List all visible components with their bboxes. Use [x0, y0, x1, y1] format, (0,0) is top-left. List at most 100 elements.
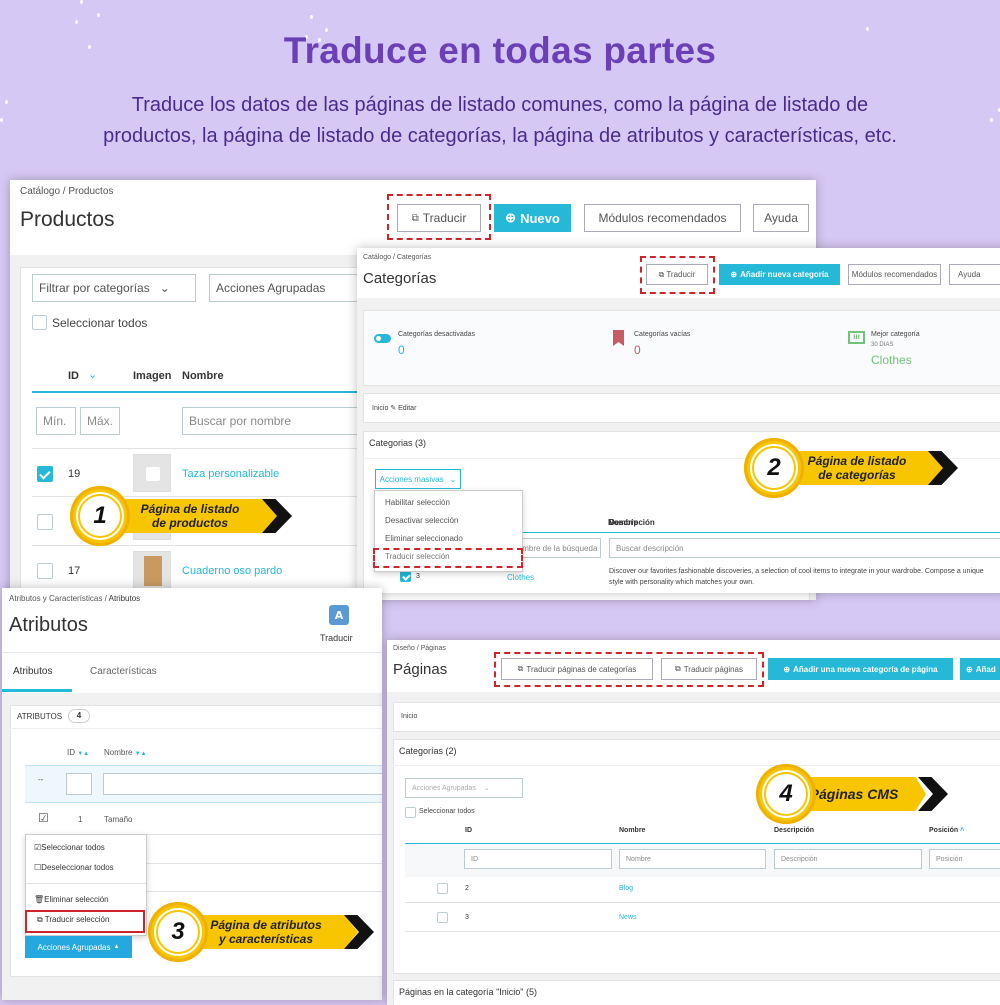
list-title: Categorias (3) [369, 438, 427, 448]
menu-item-deselect-all[interactable]: ☐Deseleccionar todos [34, 863, 114, 872]
button-label: Añad [975, 664, 996, 674]
translate-label: Traducir [666, 270, 696, 279]
column-header-position: Posición ˄ [929, 827, 965, 834]
breadcrumb: Catálogo / Productos [20, 186, 114, 197]
breadcrumb-parent[interactable]: Atributos y Características [9, 594, 102, 603]
row-checkbox[interactable] [437, 912, 448, 923]
sort-asc-icon[interactable]: ˄ [960, 827, 964, 834]
header-divider [32, 391, 362, 393]
hero-subtitle: Traduce los datos de las páginas de list… [40, 90, 960, 152]
add-category-label: Añadir nueva categoría [740, 270, 829, 279]
select-all-checkbox[interactable] [405, 807, 416, 818]
menu-item-enable[interactable]: Habilitar selección [385, 498, 450, 507]
column-header-id[interactable]: ID [68, 370, 79, 382]
description-search-input[interactable]: Buscar descripción [609, 538, 1000, 558]
button-label: Traducir páginas de categorías [526, 664, 637, 674]
callout-ribbon: Página de listado de productos [112, 499, 282, 533]
name-filter-input[interactable] [103, 773, 382, 795]
callout-text: de categorías [818, 468, 896, 482]
chevron-down-icon: ⌄ [449, 474, 457, 484]
callout-number: 4 [764, 772, 808, 816]
product-name-link[interactable]: Cuaderno oso pardo [182, 565, 282, 577]
page-title: Categorías [363, 270, 437, 287]
callout-text: de productos [151, 516, 228, 530]
bulk-actions-dropdown[interactable]: Acciones Agrupadas ⌄ [405, 778, 523, 798]
id-filter-input[interactable]: ID [464, 849, 612, 869]
select-all-label: Seleccionar todos [52, 316, 148, 330]
callout-text: Página de listado [140, 502, 240, 516]
chart-bars-icon: III [848, 331, 865, 344]
row-description: Discover our favorites fashionable disco… [609, 568, 984, 575]
translate-category-pages-button[interactable]: ⧉ Traducir páginas de categorías [501, 658, 653, 680]
menu-item-delete[interactable]: 🗑Eliminar selección [34, 895, 109, 904]
breadcrumb-home[interactable]: Inicio ✎ Editar [372, 404, 416, 412]
pencil-icon: ✎ [390, 405, 397, 412]
translate-button[interactable]: ⧉ Traducir [397, 204, 481, 232]
callout-badge-1: Página de listado de productos 1 [70, 486, 300, 546]
column-header-image: Imagen [133, 370, 172, 382]
pages-list-title: Páginas en la categoría "Inicio" (5) [399, 987, 537, 997]
callout-ribbon: Página de listado de categorías [784, 451, 944, 485]
callout-text: Página de listado [807, 454, 907, 468]
page-title: Productos [20, 208, 115, 231]
add-page-category-button[interactable]: ⊕ Añadir una nueva categoría de página [768, 658, 953, 680]
page-category-link[interactable]: Blog [619, 885, 633, 892]
kpi-value: 0 [398, 343, 405, 357]
filter-categories-dropdown[interactable]: Filtrar por categorías ⌄ [32, 274, 196, 302]
kpi-label: Categorías vacías [634, 331, 691, 338]
row-checkbox[interactable] [37, 563, 53, 579]
row-checkbox[interactable] [437, 883, 448, 894]
row-id: 3 [465, 914, 469, 921]
row-description: style with personality which matches you… [609, 579, 755, 586]
help-button[interactable]: Ayuda [753, 204, 809, 232]
product-name-link[interactable]: Taza personalizable [182, 468, 279, 480]
menu-item-select-all[interactable]: ☑Seleccionar todos [34, 843, 105, 852]
column-header-description: Descripción [609, 518, 655, 527]
menu-item-delete[interactable]: Eliminar seleccionado [385, 534, 463, 543]
bulk-actions-dropdown[interactable]: Acciones Agrupadas [209, 274, 369, 302]
row-name: Tamaño [104, 815, 133, 824]
bulk-actions-button[interactable]: Acciones Agrupadas ▲ [25, 936, 132, 958]
menu-item-disable[interactable]: Desactivar selección [385, 516, 458, 525]
add-page-button[interactable]: ⊕ Añad [960, 658, 1000, 680]
bulk-actions-button[interactable]: Acciones masivas ⌄ [375, 469, 461, 489]
translate-pages-button[interactable]: ⧉ Traducir páginas [661, 658, 757, 680]
id-filter-input[interactable] [66, 773, 92, 795]
new-label: Nuevo [520, 210, 560, 226]
row-checkbox[interactable] [37, 466, 53, 482]
add-category-button[interactable]: ⊕ Añadir nueva categoría [719, 264, 840, 285]
column-header-name: Nombre [182, 370, 224, 382]
category-name-link[interactable]: Clothes [507, 573, 534, 582]
page-category-link[interactable]: News [619, 914, 637, 921]
id-max-input[interactable]: Máx. [80, 407, 120, 435]
position-filter-input[interactable]: Posición [929, 849, 1000, 869]
breadcrumb-home[interactable]: Inicio [401, 713, 417, 720]
sort-icon[interactable]: ▼▲ [77, 751, 89, 757]
breadcrumb: Catálogo / Categorías [363, 254, 432, 261]
help-button[interactable]: Ayuda [949, 264, 1000, 285]
row-checkbox[interactable] [37, 514, 53, 530]
row-checkbox[interactable] [400, 571, 411, 582]
translate-button[interactable]: ⧉ Traducir [646, 264, 708, 285]
id-min-input[interactable]: Mín. [36, 407, 76, 435]
callout-text: Páginas CMS [809, 786, 899, 802]
description-filter-input[interactable]: Descripción [774, 849, 922, 869]
name-search-input[interactable]: Buscar por nombre [182, 407, 362, 435]
recommended-modules-button[interactable]: Módulos recomendados [584, 204, 741, 232]
tab-attributes[interactable]: Atributos [13, 666, 52, 677]
new-product-button[interactable]: ⊕ Nuevo [494, 204, 571, 232]
sort-desc-icon[interactable]: ⌄ [88, 368, 97, 381]
plus-circle-icon: ⊕ [730, 270, 738, 279]
row-checkbox-checked[interactable]: ☑ [38, 811, 49, 825]
highlight-box [373, 548, 523, 568]
breadcrumb: Atributos y Características / Atributos [9, 594, 141, 603]
name-filter-input[interactable]: Nombre [619, 849, 766, 869]
tab-features[interactable]: Características [90, 666, 157, 677]
sort-icon[interactable]: ▼▲ [135, 751, 147, 757]
count-badge: 4 [68, 709, 90, 723]
recommended-modules-button[interactable]: Módulos recomendados [848, 264, 941, 285]
callout-text: y características [218, 932, 314, 946]
translate-label: Traducir [422, 211, 467, 225]
breadcrumb-current: Atributos [108, 594, 141, 603]
select-all-checkbox[interactable] [32, 315, 47, 330]
